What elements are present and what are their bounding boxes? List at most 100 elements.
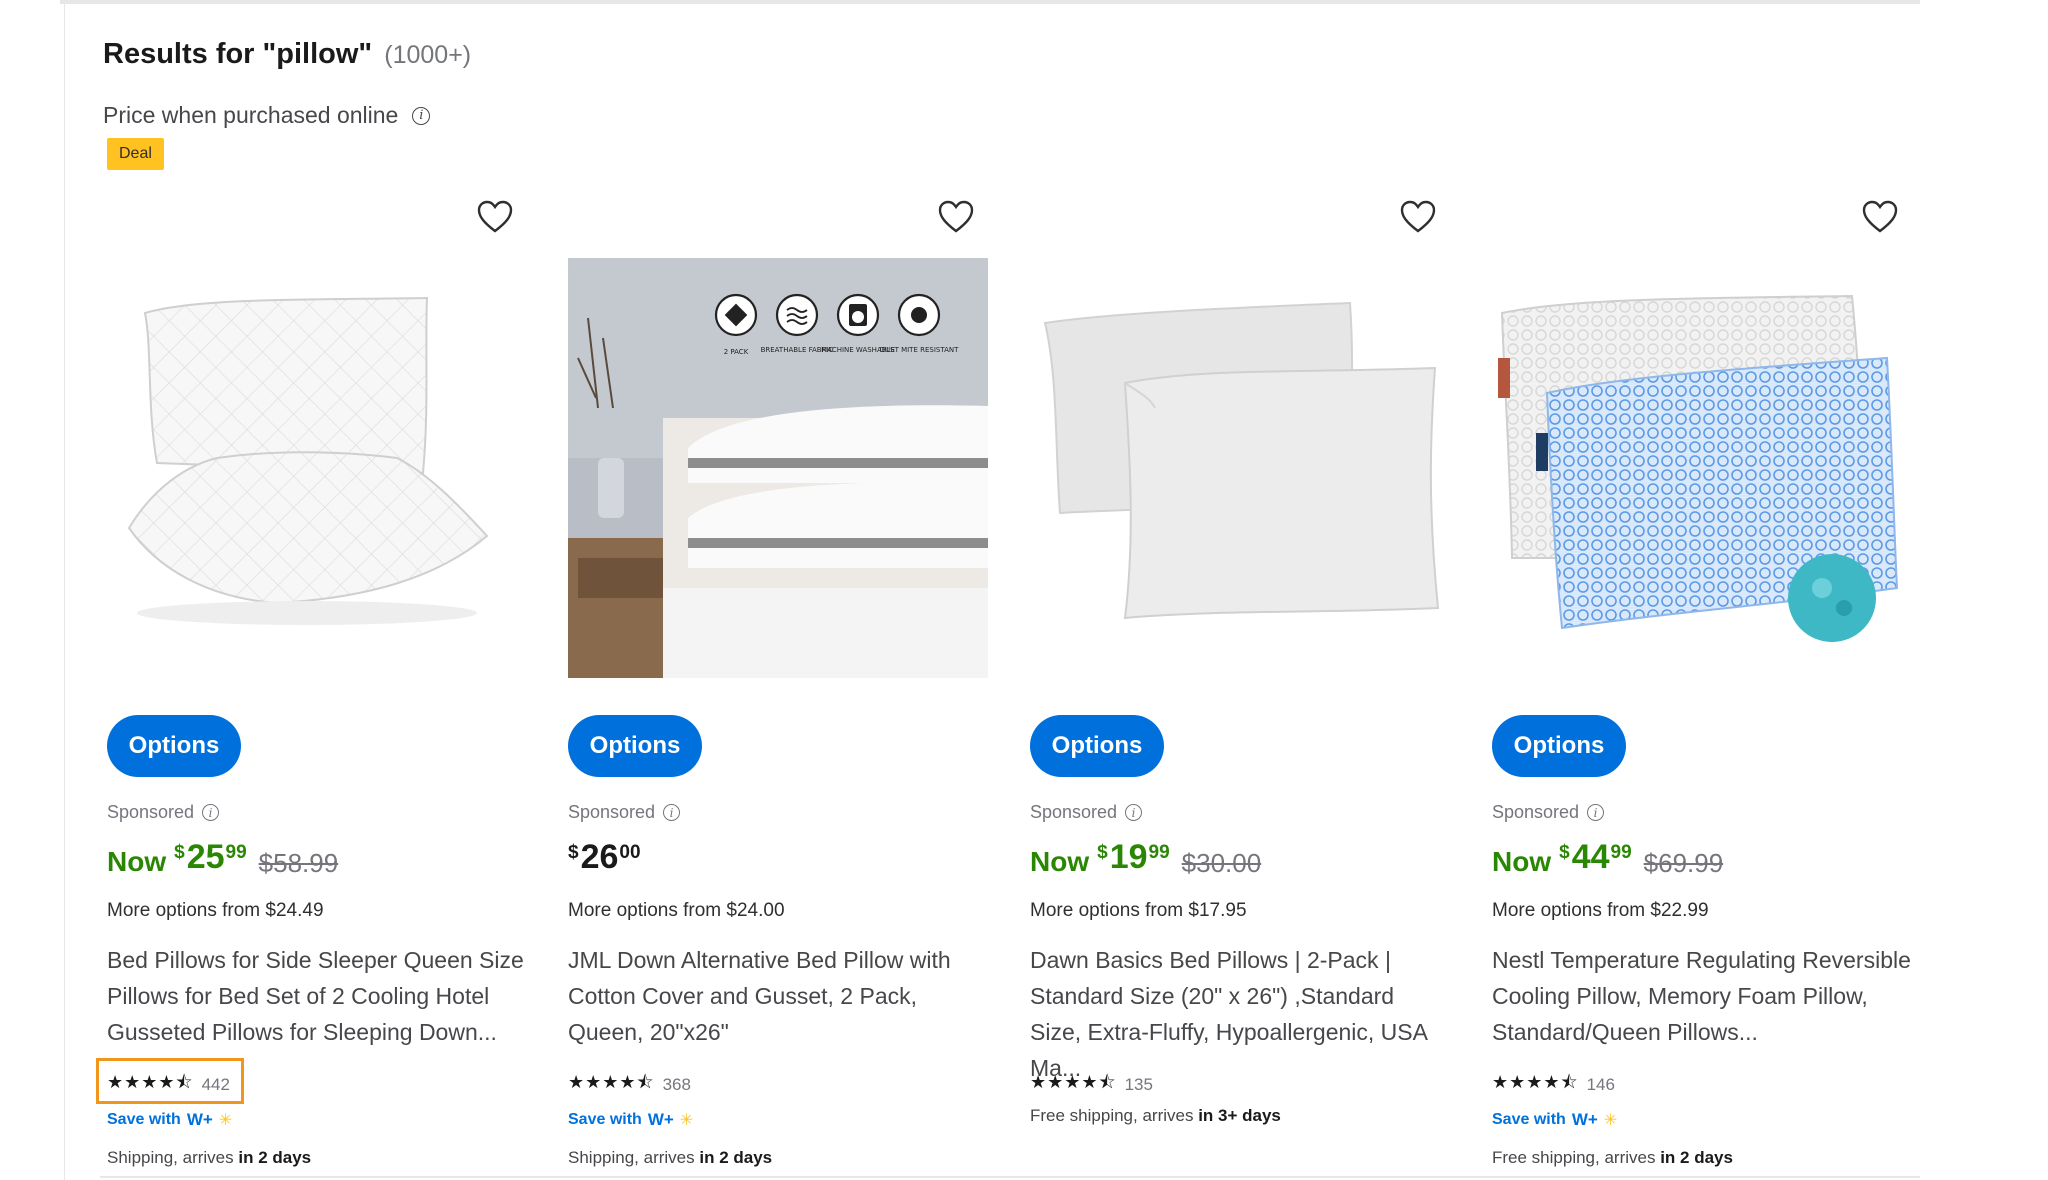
price-row: Now $ 19 99 $30.00 — [1030, 838, 1261, 879]
price-cents: 99 — [225, 842, 247, 863]
blue-cooling-pillow-image — [1498, 294, 1899, 642]
price-dollars: 19 — [1109, 838, 1148, 876]
favorite-heart-icon[interactable] — [477, 200, 513, 234]
price-cents: 00 — [619, 842, 641, 863]
product-image[interactable] — [1030, 258, 1450, 678]
results-heading: Results for "pillow" (1000+) — [103, 38, 471, 71]
sponsored-text: Sponsored — [568, 802, 656, 822]
shipping-text: Free shipping, arrives — [1030, 1106, 1194, 1125]
rating: ★★★★⯪ 146 — [1492, 1070, 1615, 1100]
product-card[interactable]: Options Sponsored i Now $ 44 99 $69.99 M… — [1492, 190, 1912, 1180]
product-card[interactable]: 2 PACK BREATHABLE FABRIC MACHINE WASHABL… — [568, 190, 988, 1180]
price-dollars: 25 — [186, 838, 225, 876]
info-icon[interactable]: i — [412, 106, 431, 125]
options-button[interactable]: Options — [107, 715, 241, 777]
info-icon[interactable]: i — [202, 804, 220, 821]
sponsored-text: Sponsored — [107, 802, 195, 822]
product-title[interactable]: Dawn Basics Bed Pillows | 2-Pack | Stand… — [1030, 942, 1450, 1086]
product-title[interactable]: JML Down Alternative Bed Pillow with Cot… — [568, 942, 988, 1050]
rating-highlight-box — [96, 1058, 244, 1104]
results-query: Results for "pillow" — [103, 38, 373, 70]
save-with-text: Save with — [568, 1111, 642, 1128]
product-image[interactable] — [1492, 258, 1912, 678]
options-button[interactable]: Options — [1492, 715, 1626, 777]
shipping-info: Shipping, arrives in 2 days — [107, 1148, 311, 1168]
product-title[interactable]: Nestl Temperature Regulating Reversible … — [1492, 942, 1912, 1050]
favorite-heart-icon[interactable] — [1400, 200, 1436, 234]
info-icon[interactable]: i — [1587, 804, 1605, 821]
shipping-text: Shipping, arrives — [568, 1148, 695, 1167]
walmart-plus-logo: W+ — [647, 1110, 674, 1129]
was-price: $69.99 — [1643, 848, 1724, 878]
shipping-info: Free shipping, arrives in 2 days — [1492, 1148, 1733, 1168]
current-price: $ 26 00 — [568, 838, 641, 876]
info-icon[interactable]: i — [663, 804, 681, 821]
product-image[interactable] — [107, 258, 527, 678]
options-button[interactable]: Options — [568, 715, 702, 777]
rating: ★★★★⯪ 368 — [568, 1070, 691, 1100]
product-card[interactable]: Options Sponsored i Now $ 25 99 $58.99 M… — [107, 190, 527, 1180]
price-symbol: $ — [568, 842, 579, 863]
save-with-text: Save with — [1492, 1111, 1566, 1128]
deal-badge[interactable]: Deal — [107, 138, 164, 170]
was-price: $58.99 — [258, 848, 339, 878]
product-card[interactable]: Options Sponsored i Now $ 19 99 $30.00 M… — [1030, 190, 1450, 1180]
save-with-walmart-plus[interactable]: Save with W+ ✳ — [568, 1110, 693, 1130]
sponsored-text: Sponsored — [1492, 802, 1580, 822]
top-divider — [60, 0, 1920, 4]
shipping-eta: in 3+ days — [1198, 1106, 1281, 1125]
save-with-walmart-plus[interactable]: Save with W+ ✳ — [1492, 1110, 1617, 1130]
product-title[interactable]: Bed Pillows for Side Sleeper Queen Size … — [107, 942, 527, 1050]
spark-icon: ✳ — [679, 1112, 694, 1129]
stacked-pillows-bedroom-image: 2 PACK BREATHABLE FABRIC MACHINE WASHABL… — [568, 258, 988, 678]
shipping-text: Free shipping, arrives — [1492, 1148, 1656, 1167]
price-dollars: 26 — [580, 838, 619, 876]
review-count: 135 — [1124, 1075, 1153, 1094]
sponsored-label: Sponsored i — [568, 802, 681, 823]
now-label: Now — [107, 846, 167, 877]
sponsored-label: Sponsored i — [1030, 802, 1143, 823]
price-symbol: $ — [1559, 842, 1570, 863]
favorite-heart-icon[interactable] — [1862, 200, 1898, 234]
rating: ★★★★⯪ 135 — [1030, 1070, 1153, 1100]
white-quilted-pillows-image — [127, 296, 489, 625]
price-dollars: 44 — [1571, 838, 1610, 876]
shipping-info: Free shipping, arrives in 3+ days — [1030, 1106, 1281, 1126]
price-note-text: Price when purchased online — [103, 102, 399, 128]
sponsored-label: Sponsored i — [1492, 802, 1605, 823]
more-options-text[interactable]: More options from $24.00 — [568, 900, 785, 922]
feature-label: DUST MITE RESISTANT — [880, 346, 959, 354]
save-with-walmart-plus[interactable]: Save with W+ ✳ — [107, 1110, 232, 1130]
product-image[interactable]: 2 PACK BREATHABLE FABRIC MACHINE WASHABL… — [568, 258, 988, 678]
feature-label: 2 PACK — [724, 348, 749, 356]
more-options-text[interactable]: More options from $24.49 — [107, 900, 324, 922]
walmart-plus-logo: W+ — [186, 1110, 213, 1129]
price-row: $ 26 00 — [568, 838, 641, 876]
current-price: $ 25 99 — [174, 838, 247, 876]
spark-icon: ✳ — [218, 1112, 233, 1129]
current-price: $ 19 99 — [1097, 838, 1170, 876]
sponsored-text: Sponsored — [1030, 802, 1118, 822]
review-count: 146 — [1586, 1075, 1615, 1094]
review-count: 368 — [662, 1075, 691, 1094]
shipping-info: Shipping, arrives in 2 days — [568, 1148, 772, 1168]
price-row: Now $ 25 99 $58.99 — [107, 838, 338, 879]
left-divider — [64, 4, 65, 1180]
star-rating-icon: ★★★★⯪ — [1030, 1072, 1117, 1093]
price-note: Price when purchased online i — [103, 102, 431, 129]
shipping-eta: in 2 days — [1660, 1148, 1733, 1167]
spark-icon: ✳ — [1603, 1112, 1618, 1129]
shipping-eta: in 2 days — [238, 1148, 312, 1167]
price-symbol: $ — [1097, 842, 1108, 863]
price-cents: 99 — [1610, 842, 1632, 863]
price-symbol: $ — [174, 842, 185, 863]
options-button[interactable]: Options — [1030, 715, 1164, 777]
info-icon[interactable]: i — [1125, 804, 1143, 821]
star-rating-icon: ★★★★⯪ — [568, 1072, 655, 1093]
more-options-text[interactable]: More options from $22.99 — [1492, 900, 1709, 922]
shipping-text: Shipping, arrives — [107, 1148, 234, 1167]
more-options-text[interactable]: More options from $17.95 — [1030, 900, 1247, 922]
save-with-text: Save with — [107, 1111, 181, 1128]
favorite-heart-icon[interactable] — [938, 200, 974, 234]
was-price: $30.00 — [1181, 848, 1262, 878]
